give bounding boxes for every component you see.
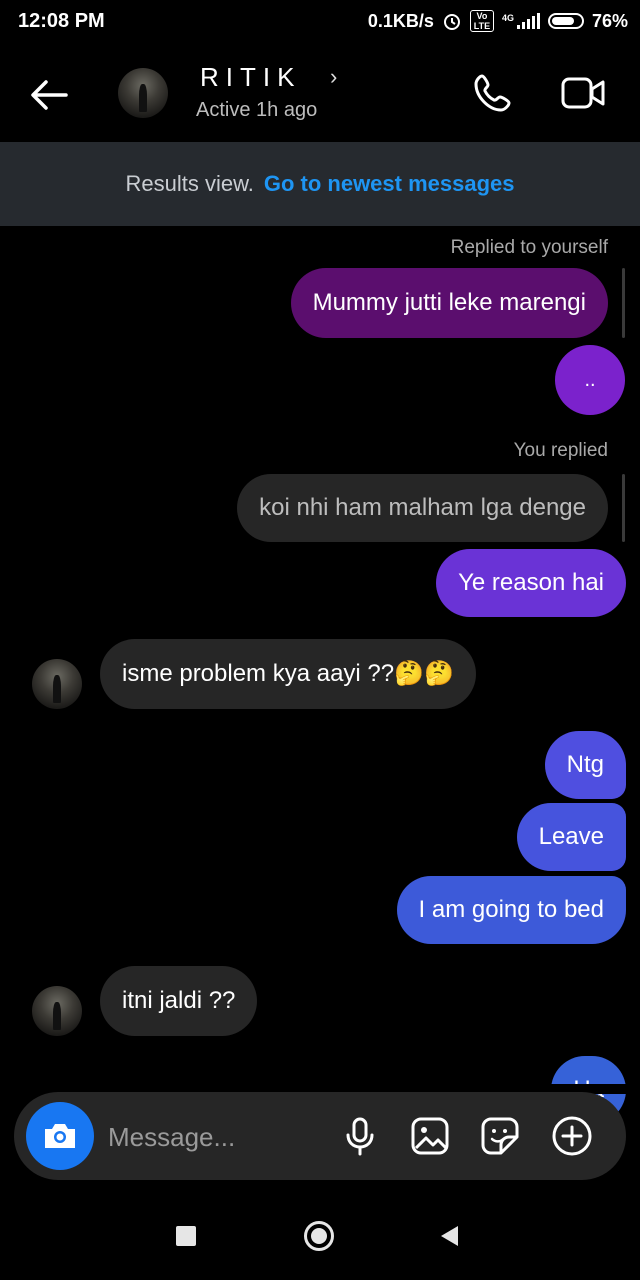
reply-indicator: [622, 474, 625, 542]
message-bubble-outgoing[interactable]: ..: [555, 345, 625, 415]
camera-button[interactable]: [26, 1102, 94, 1170]
quoted-message[interactable]: koi nhi ham malham lga denge: [237, 474, 608, 542]
gallery-icon: [411, 1117, 449, 1155]
message-input[interactable]: [106, 1112, 330, 1162]
microphone-icon: [346, 1117, 374, 1156]
nav-home-icon[interactable]: [304, 1221, 334, 1251]
reply-meta: Replied to yourself: [450, 237, 608, 258]
gallery-button[interactable]: [408, 1114, 452, 1158]
nav-recents-icon[interactable]: [176, 1226, 196, 1246]
back-button[interactable]: [26, 72, 72, 118]
signal-icon: 4G: [502, 13, 540, 29]
contact-avatar[interactable]: [118, 68, 168, 118]
contact-chevron-icon[interactable]: ›: [330, 64, 337, 90]
message-bubble-outgoing[interactable]: Leave: [516, 803, 626, 871]
sticker-icon: [481, 1117, 519, 1155]
message-bubble-incoming[interactable]: itni jaldi ??: [100, 966, 258, 1036]
video-call-button[interactable]: [558, 70, 608, 116]
sticker-button[interactable]: [478, 1114, 522, 1158]
camera-icon: [45, 1124, 75, 1148]
reply-indicator: [622, 268, 625, 338]
contact-name[interactable]: RITIK: [200, 62, 301, 93]
network-type: 4G: [501, 13, 514, 23]
network-speed: 0.1KB/s: [367, 10, 434, 31]
status-bar: 12:08 PM 0.1KB/s Vo LTE 4G 76%: [0, 0, 640, 42]
phone-icon: [474, 74, 511, 112]
volte-icon: Vo LTE: [469, 10, 494, 32]
status-time: 12:08 PM: [18, 10, 105, 32]
message-composer: [14, 1092, 626, 1180]
status-right: 0.1KB/s Vo LTE 4G 76%: [368, 10, 628, 32]
chat-header: RITIK › Active 1h ago: [0, 42, 640, 142]
video-camera-icon: [561, 77, 605, 109]
reply-meta: You replied: [513, 440, 608, 461]
nav-back-icon[interactable]: [438, 1224, 462, 1248]
results-label: Results view.: [125, 171, 254, 196]
message-bubble-outgoing[interactable]: Ntg: [544, 731, 626, 799]
alarm-icon: [443, 14, 460, 30]
message-bubble-outgoing[interactable]: I am going to bed: [396, 876, 626, 944]
battery-icon: [547, 13, 584, 29]
more-options-button[interactable]: [550, 1114, 594, 1158]
sender-avatar[interactable]: [32, 659, 82, 709]
plus-circle-icon: [552, 1116, 592, 1156]
back-arrow-icon: [31, 80, 68, 110]
system-nav-bar: [0, 1190, 640, 1280]
message-bubble-outgoing[interactable]: Ye reason hai: [436, 549, 626, 617]
voice-call-button[interactable]: [470, 70, 516, 116]
message-bubble-incoming[interactable]: isme problem kya aayi ??🤔🤔: [100, 639, 476, 709]
message-bubble-outgoing[interactable]: Mummy jutti leke marengi: [290, 268, 608, 338]
go-to-newest-link[interactable]: Go to newest messages: [264, 171, 515, 197]
contact-activity: Active 1h ago: [196, 99, 318, 121]
results-banner: Results view. Go to newest messages: [0, 142, 640, 226]
battery-level: 76%: [591, 10, 628, 31]
sender-avatar[interactable]: [32, 986, 82, 1036]
voice-message-button[interactable]: [338, 1114, 382, 1158]
